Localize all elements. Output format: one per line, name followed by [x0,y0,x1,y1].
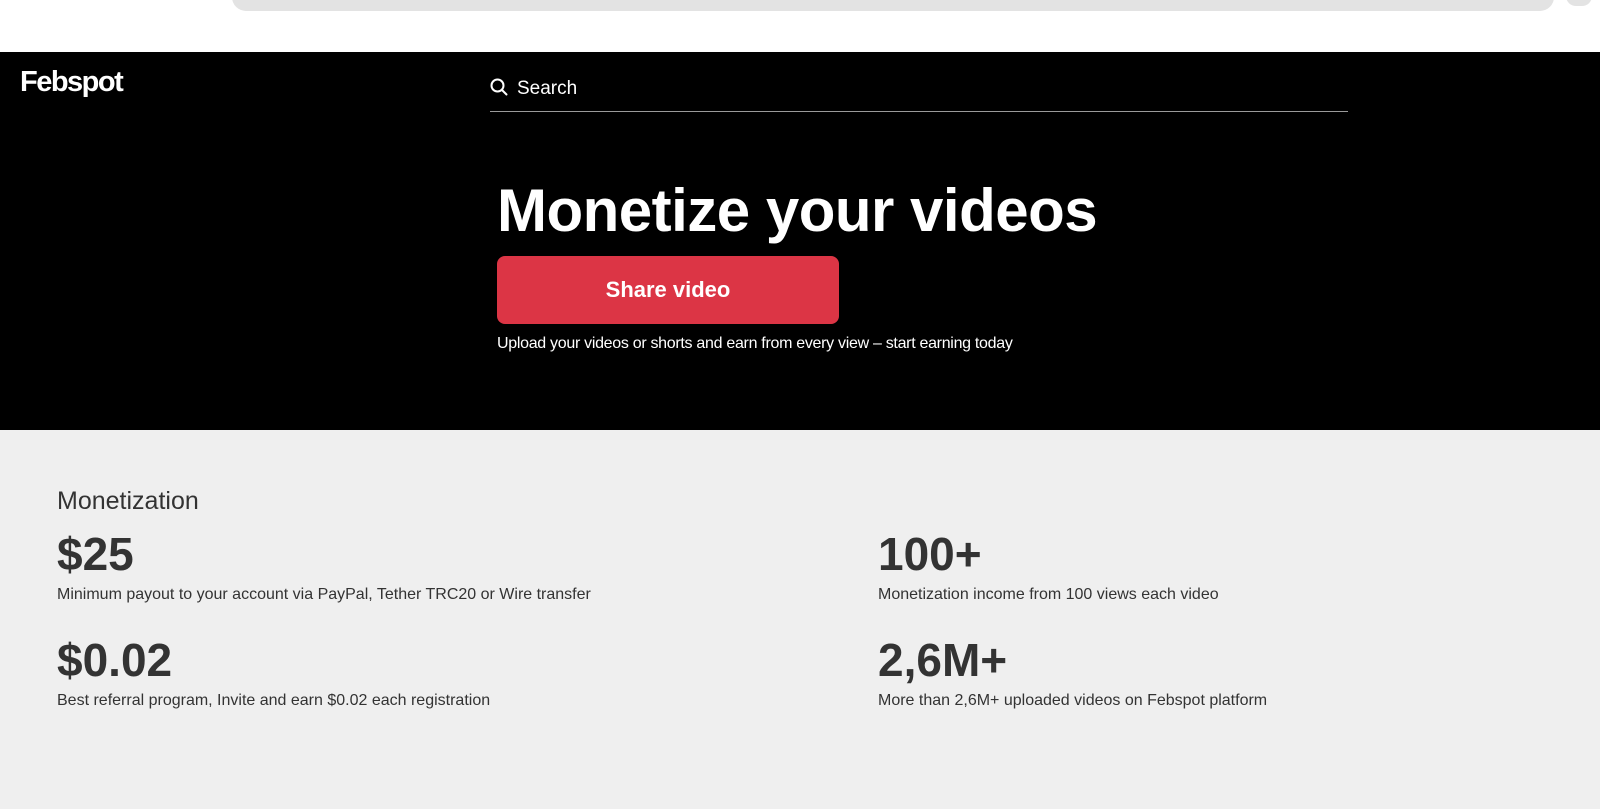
stat-value: 2,6M+ [878,634,1008,686]
stat-views-income: 100+ Monetization income from 100 views … [878,528,1578,604]
stat-value: $0.02 [57,634,173,686]
search-bar[interactable] [490,72,1348,112]
monetization-section: Monetization $25 Minimum payout to your … [0,430,1600,809]
hero-section: Febspot Monetize your videos Share video… [0,52,1600,430]
stat-description: More than 2,6M+ uploaded videos on Febsp… [878,692,1268,709]
search-icon [490,78,508,96]
share-video-button[interactable]: Share video [497,256,839,324]
search-input[interactable] [517,72,1337,106]
browser-top-strip [0,0,1600,52]
stat-uploaded-videos: 2,6M+ More than 2,6M+ uploaded videos on… [878,634,1578,710]
stat-value: 100+ [878,528,982,580]
stat-value: $25 [57,528,134,580]
site-logo[interactable]: Febspot [20,66,124,99]
hero-subtitle: Upload your videos or shorts and earn fr… [497,335,1013,352]
monetization-title: Monetization [57,487,199,515]
stat-referral: $0.02 Best referral program, Invite and … [57,634,757,710]
stat-description: Monetization income from 100 views each … [878,586,1219,603]
browser-address-bar[interactable] [232,0,1554,11]
stat-description: Minimum payout to your account via PayPa… [57,586,591,603]
stat-description: Best referral program, Invite and earn $… [57,692,491,709]
stat-minimum-payout: $25 Minimum payout to your account via P… [57,528,757,604]
browser-toolbar-button[interactable] [1566,0,1592,6]
hero-title: Monetize your videos [497,177,1098,244]
